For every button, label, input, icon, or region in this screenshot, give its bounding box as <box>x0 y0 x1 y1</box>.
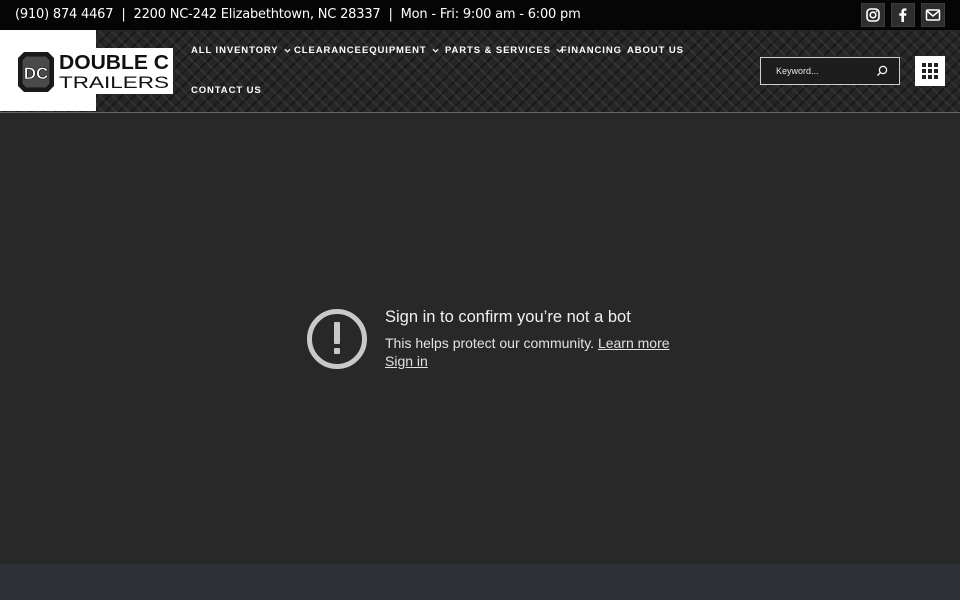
business-hours: Mon - Fri: 9:00 am - 6:00 pm <box>400 7 581 22</box>
logo-badge-text: DC <box>24 64 49 83</box>
nav-label: CLEARANCE <box>294 45 362 56</box>
search-icon[interactable] <box>875 64 889 78</box>
nav-label: FINANCING <box>561 45 622 56</box>
nav-all-inventory[interactable]: ALL INVENTORY <box>191 45 291 56</box>
main-content: Sign in to confirm you’re not a bot This… <box>0 114 960 564</box>
nav-parts-services[interactable]: PARTS & SERVICES <box>445 45 563 56</box>
address[interactable]: 2200 NC-242 Elizabethtown, NC 28337 <box>134 7 381 22</box>
site-header: DC DOUBLE C TRAILERS ALL INVENTORY CLEAR… <box>0 30 960 113</box>
search-box <box>760 57 900 85</box>
notice-text: This helps protect our community. <box>385 335 595 351</box>
envelope-icon[interactable] <box>921 3 945 27</box>
learn-more-link[interactable]: Learn more <box>598 335 670 351</box>
nav-clearance[interactable]: CLEARANCE <box>294 45 362 56</box>
footer <box>0 564 960 600</box>
phone-number[interactable]: (910) 874 4467 <box>15 7 114 22</box>
chevron-down-icon <box>284 48 291 53</box>
nav-financing[interactable]: FINANCING <box>561 45 622 56</box>
nav-about-us[interactable]: ABOUT US <box>627 45 684 56</box>
notice-title: Sign in to confirm you’re not a bot <box>385 308 631 326</box>
logo-line-2: TRAILERS <box>59 73 169 92</box>
contact-info: (910) 874 4467 | 2200 NC-242 Elizabethtown… <box>15 7 581 22</box>
social-links <box>861 3 945 27</box>
logo-line-1: DOUBLE C <box>59 52 169 74</box>
nav-label: ALL INVENTORY <box>191 45 279 56</box>
nav-label: EQUIPMENT <box>362 45 427 56</box>
top-bar: (910) 874 4467 | 2200 NC-242 Elizabethtown… <box>0 0 960 30</box>
separator: | <box>388 7 393 22</box>
nav-label: ABOUT US <box>627 45 684 56</box>
separator: | <box>121 7 126 22</box>
instagram-icon[interactable] <box>861 3 885 27</box>
bot-check-notice: Sign in to confirm you’re not a bot This… <box>306 308 686 378</box>
apps-grid-icon[interactable] <box>915 56 945 86</box>
site-logo[interactable]: DC DOUBLE C TRAILERS <box>18 48 173 94</box>
facebook-icon[interactable] <box>891 3 915 27</box>
nav-label: CONTACT US <box>191 85 262 96</box>
nav-equipment[interactable]: EQUIPMENT <box>362 45 439 56</box>
nav-label: PARTS & SERVICES <box>445 45 551 56</box>
search-input[interactable] <box>761 58 871 84</box>
nav-contact-us[interactable]: CONTACT US <box>191 85 262 96</box>
chevron-down-icon <box>432 48 439 53</box>
sign-in-link[interactable]: Sign in <box>385 353 428 369</box>
exclamation-circle-icon <box>307 309 367 369</box>
notice-body: This helps protect our community. Learn … <box>385 335 670 351</box>
